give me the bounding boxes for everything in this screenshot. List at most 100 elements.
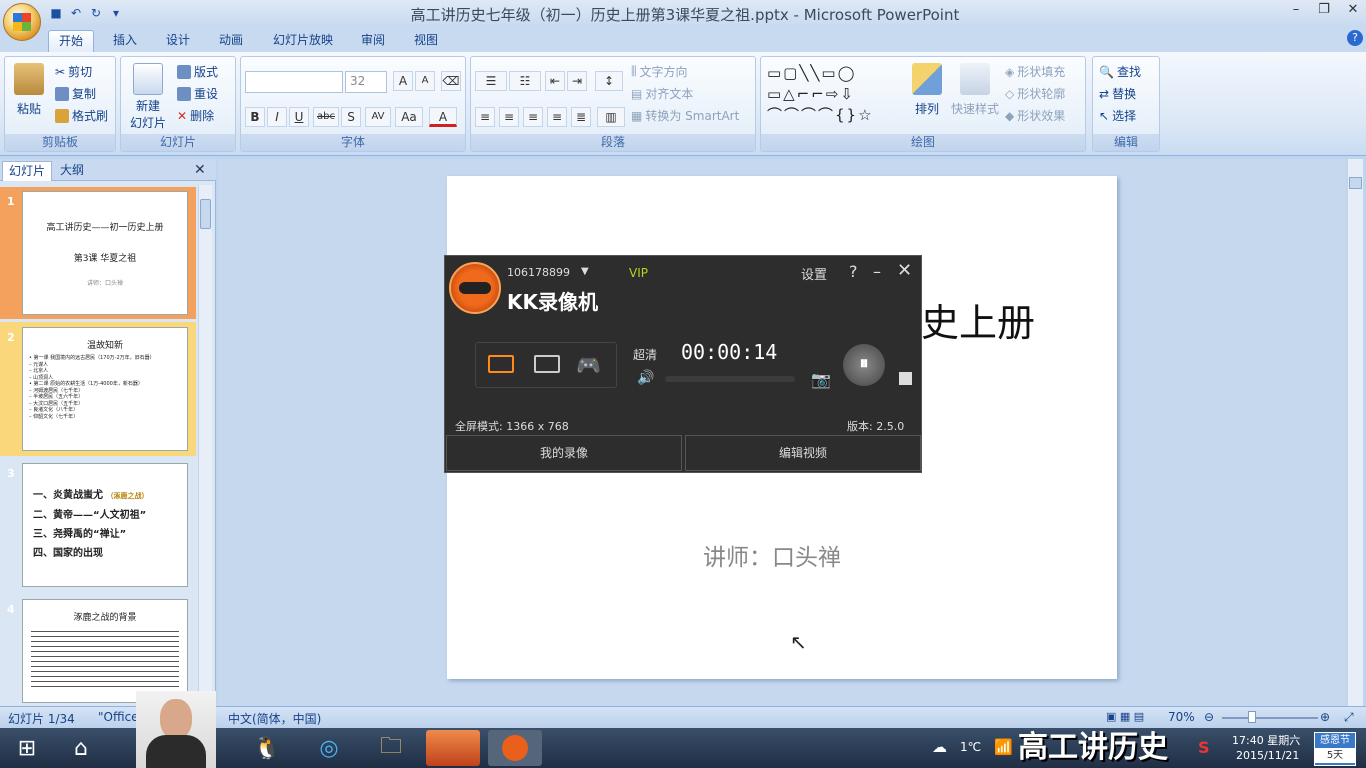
help-icon[interactable]: ?: [1347, 30, 1363, 46]
scroll-thumb[interactable]: [1349, 177, 1362, 189]
undo-icon[interactable]: ↶: [68, 5, 84, 21]
font-name-field[interactable]: [245, 71, 343, 93]
shadow-button[interactable]: S: [341, 107, 361, 127]
replace-button[interactable]: ⇄ 替换: [1099, 85, 1136, 102]
slide-thumb-3[interactable]: 一、炎黄战蚩尤 （涿鹿之战） 二、黄帝——“人文初祖” 三、尧舜禹的“禅让” 四…: [22, 463, 188, 587]
my-recordings-button[interactable]: 我的录像: [446, 435, 682, 471]
case-button[interactable]: Aa: [395, 107, 423, 127]
fullscreen-mode-icon[interactable]: [488, 355, 514, 373]
underline-button[interactable]: U: [289, 107, 309, 127]
sogou-icon[interactable]: S: [1198, 738, 1210, 757]
align-center-button[interactable]: ≡: [499, 107, 519, 127]
text-direction-button[interactable]: ⫼ 文字方向: [631, 63, 688, 80]
shrink-font-button[interactable]: A: [415, 71, 435, 91]
bold-button[interactable]: B: [245, 107, 265, 127]
windows-start-icon[interactable]: ⊞: [0, 730, 54, 766]
kk-minimize-icon[interactable]: –: [873, 262, 881, 281]
powerpoint-taskbar-icon[interactable]: [426, 730, 480, 766]
reset-button[interactable]: 重设: [177, 85, 218, 102]
fit-window-icon[interactable]: ⤢: [1344, 710, 1354, 725]
kk-account-dropdown-icon[interactable]: ▼: [581, 266, 589, 277]
browser-icon[interactable]: ◎: [302, 730, 356, 766]
delete-button[interactable]: ✕ 删除: [177, 107, 214, 124]
scroll-thumb[interactable]: [200, 199, 211, 229]
grow-font-button[interactable]: A: [393, 71, 413, 91]
columns-button[interactable]: ▥: [597, 107, 625, 127]
tab-review[interactable]: 审阅: [352, 30, 394, 52]
holiday-badge[interactable]: 感恩节 5天: [1314, 732, 1356, 766]
quick-styles-button[interactable]: 快速样式: [949, 63, 1001, 117]
spacing-button[interactable]: AV: [365, 107, 391, 127]
copy-button[interactable]: 复制: [55, 85, 96, 102]
tab-design[interactable]: 设计: [158, 30, 198, 52]
font-size-field[interactable]: 32: [345, 71, 387, 93]
canvas-scrollbar[interactable]: [1347, 159, 1363, 706]
italic-button[interactable]: I: [267, 107, 287, 127]
save-icon[interactable]: ■: [48, 5, 64, 21]
home-icon[interactable]: ⌂: [54, 730, 108, 766]
shape-effects-button[interactable]: ◆ 形状效果: [1005, 107, 1065, 124]
align-text-button[interactable]: ▤ 对齐文本: [631, 85, 693, 102]
format-painter-button[interactable]: 格式刷: [55, 107, 108, 124]
zoom-slider-thumb[interactable]: [1248, 711, 1256, 723]
layout-button[interactable]: 版式: [177, 63, 218, 80]
align-left-button[interactable]: ≡: [475, 107, 495, 127]
stop-button[interactable]: [899, 372, 912, 385]
kk-close-icon[interactable]: ✕: [897, 260, 912, 281]
screenshot-icon[interactable]: 📷: [811, 370, 831, 389]
numbering-button[interactable]: ☷: [509, 71, 541, 91]
zoom-level[interactable]: 70%: [1168, 710, 1195, 724]
close-icon[interactable]: ✕: [1338, 0, 1366, 20]
game-mode-icon[interactable]: 🎮: [576, 353, 601, 377]
find-button[interactable]: 🔍 查找: [1099, 63, 1141, 80]
tab-slideshow[interactable]: 幻灯片放映: [265, 30, 341, 52]
increase-indent-button[interactable]: ⇥: [567, 71, 587, 91]
tab-insert[interactable]: 插入: [104, 30, 146, 52]
decrease-indent-button[interactable]: ⇤: [545, 71, 565, 91]
tab-outline[interactable]: 大纲: [54, 161, 90, 181]
new-slide-button[interactable]: 新建 幻灯片: [125, 63, 171, 131]
zoom-out-icon[interactable]: ⊖: [1204, 710, 1214, 724]
qq-icon[interactable]: 🐧: [240, 730, 294, 766]
shape-fill-button[interactable]: ◈ 形状填充: [1005, 63, 1065, 80]
zoom-slider[interactable]: [1222, 717, 1318, 719]
kk-quality[interactable]: 超清: [633, 346, 657, 363]
tab-view[interactable]: 视图: [405, 30, 447, 52]
shapes-gallery[interactable]: ▭▢╲╲▭◯ ▭△⌐⌐⇨⇩ ⌒⌒⌒⌒{}☆: [767, 63, 885, 125]
line-spacing-button[interactable]: ↕: [595, 71, 623, 91]
strike-button[interactable]: abc: [313, 107, 339, 127]
kk-help-icon[interactable]: ?: [849, 262, 858, 281]
font-color-button[interactable]: A: [429, 107, 457, 127]
justify-button[interactable]: ≡: [547, 107, 567, 127]
shape-outline-button[interactable]: ◇ 形状轮廓: [1005, 85, 1065, 102]
slide-thumb-2[interactable]: 温故知新 • 第一课 我国境内的远古居民（170万-2万年，旧石器） – 元谋人…: [22, 327, 188, 451]
zoom-in-icon[interactable]: ⊕: [1320, 710, 1330, 724]
kk-taskbar-icon[interactable]: [488, 730, 542, 766]
edit-video-button[interactable]: 编辑视频: [685, 435, 921, 471]
arrange-button[interactable]: 排列: [907, 63, 947, 117]
clear-format-button[interactable]: ⌫: [441, 71, 461, 91]
smartart-button[interactable]: ▦ 转换为 SmartArt: [631, 107, 739, 124]
pane-scrollbar[interactable]: [198, 185, 212, 705]
bullets-button[interactable]: ☰: [475, 71, 507, 91]
cut-button[interactable]: ✂ 剪切: [55, 63, 92, 80]
wifi-icon[interactable]: 📶: [994, 738, 1013, 756]
language-indicator[interactable]: 中文(简体，中国): [228, 710, 321, 727]
tab-slides[interactable]: 幻灯片: [2, 161, 53, 181]
paste-button[interactable]: 粘贴: [11, 63, 47, 117]
kk-settings-button[interactable]: 设置: [801, 264, 827, 283]
select-button[interactable]: ↖ 选择: [1099, 107, 1136, 124]
volume-slider[interactable]: [665, 376, 795, 382]
redo-icon[interactable]: ↻: [88, 5, 104, 21]
tab-home[interactable]: 开始: [48, 30, 94, 52]
tab-animation[interactable]: 动画: [210, 30, 252, 52]
volume-icon[interactable]: 🔊: [637, 370, 654, 386]
slide-thumb-4[interactable]: 涿鹿之战的背景: [22, 599, 188, 703]
close-pane-icon[interactable]: ✕: [194, 162, 206, 178]
pause-button[interactable]: ⏸: [843, 344, 885, 386]
office-button[interactable]: [3, 3, 41, 41]
customize-qat-icon[interactable]: ▾: [108, 5, 124, 21]
align-right-button[interactable]: ≡: [523, 107, 543, 127]
region-mode-icon[interactable]: [534, 355, 560, 373]
restore-icon[interactable]: ❐: [1310, 0, 1338, 20]
